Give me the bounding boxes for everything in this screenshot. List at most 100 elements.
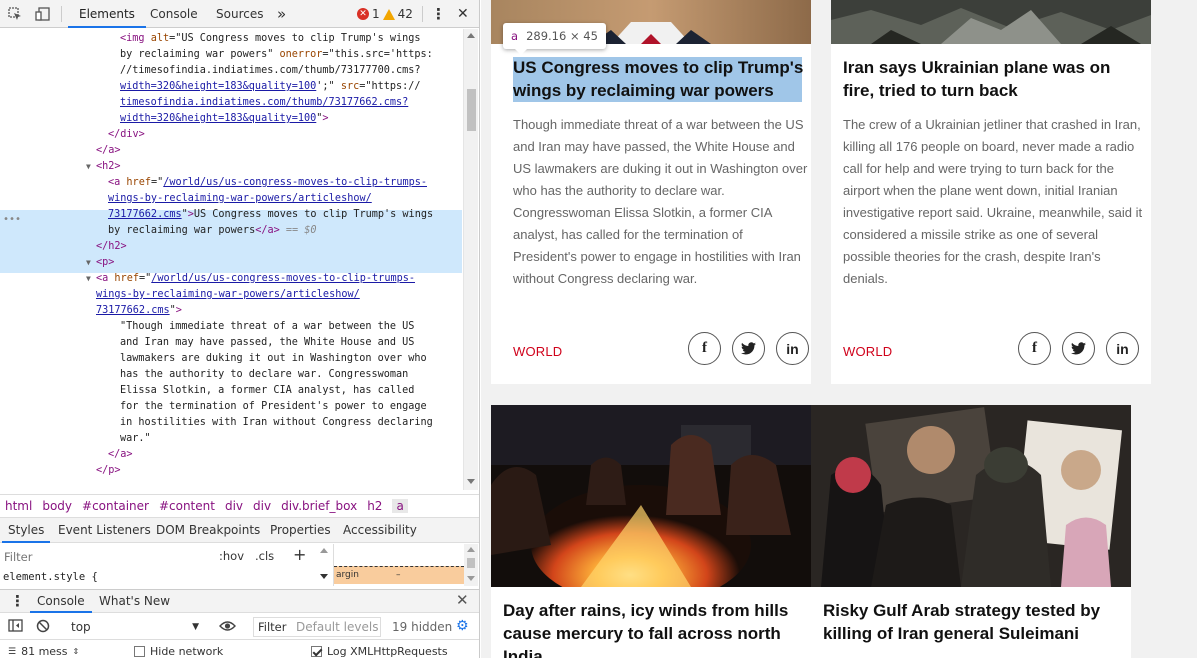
drawer-menu-icon[interactable]: ⋮ [10, 590, 25, 613]
dom-tree-line[interactable]: by reclaiming war powers" onerror="this.… [120, 47, 433, 63]
dom-tree-line[interactable]: "Though immediate threat of a war betwee… [120, 319, 414, 335]
scroll-down-arrow-icon[interactable] [320, 574, 328, 579]
styles-scrollbar[interactable] [318, 546, 330, 584]
dom-tree-line[interactable]: </div> [108, 127, 145, 143]
styles-filter-input[interactable] [4, 548, 204, 566]
group-messages-toggle[interactable]: ☰ 81 mess ⇕ [8, 645, 79, 658]
twitter-share-icon[interactable] [732, 332, 765, 365]
more-tabs-button[interactable]: » [277, 0, 286, 28]
hover-state-button[interactable]: :hov [219, 549, 244, 563]
dom-tree-line[interactable]: </a> [108, 447, 133, 463]
facebook-share-icon[interactable]: f [688, 332, 721, 365]
close-devtools-icon[interactable]: ✕ [457, 0, 469, 28]
expand-triangle-icon[interactable]: ▼ [86, 255, 91, 271]
subtab-event-listeners[interactable]: Event Listeners [58, 518, 151, 543]
subtab-styles[interactable]: Styles [2, 518, 51, 543]
breadcrumb-item[interactable]: h2 [367, 499, 382, 513]
subtab-accessibility[interactable]: Accessibility [343, 518, 417, 543]
tab-elements[interactable]: Elements [68, 0, 146, 28]
breadcrumb-item[interactable]: #container [82, 499, 149, 513]
hide-network-checkbox[interactable]: Hide network [134, 645, 223, 658]
subtab-dom-breakpoints[interactable]: DOM Breakpoints [156, 518, 260, 543]
scroll-up-arrow-icon[interactable] [467, 33, 475, 38]
dom-tree-line[interactable]: <p> [96, 255, 114, 271]
news-card[interactable]: Day after rains, icy winds from hills ca… [491, 405, 811, 658]
dom-tree-line[interactable]: <h2> [96, 159, 121, 175]
scroll-down-arrow-icon[interactable] [467, 479, 475, 484]
article-title-link[interactable]: Risky Gulf Arab strategy tested by killi… [823, 599, 1123, 645]
tab-sources[interactable]: Sources [216, 0, 263, 28]
inspect-element-icon[interactable] [6, 5, 24, 23]
element-style-rule[interactable]: element.style { [3, 571, 98, 583]
drawer-tab-whats-new[interactable]: What's New [99, 590, 170, 613]
dom-tree-line[interactable]: war." [120, 431, 151, 447]
category-link[interactable]: WORLD [513, 344, 562, 359]
news-card[interactable]: Iran says Ukrainian plane was on fire, t… [831, 0, 1151, 384]
dom-tree-line[interactable]: //timesofindia.indiatimes.com/thumb/7317… [120, 63, 421, 79]
dom-tree-line[interactable]: </h2> [96, 239, 127, 255]
log-levels-dropdown[interactable]: Default levels [296, 620, 378, 634]
article-summary[interactable]: Though immediate threat of a war between… [513, 114, 809, 290]
news-card[interactable]: Risky Gulf Arab strategy tested by killi… [811, 405, 1131, 658]
dom-tree-line[interactable]: in hostilities with Iran without Congres… [120, 415, 433, 431]
device-toolbar-icon[interactable] [33, 5, 51, 23]
scroll-thumb[interactable] [467, 558, 475, 568]
expand-triangle-icon[interactable]: ▼ [86, 159, 91, 175]
article-title-link[interactable]: Day after rains, icy winds from hills ca… [503, 599, 803, 658]
dom-tree-line[interactable]: wings-by-reclaiming-war-powers/articlesh… [108, 191, 372, 207]
tab-console[interactable]: Console [150, 0, 198, 28]
customize-menu-icon[interactable]: ⋮ [431, 0, 446, 28]
article-image[interactable] [831, 0, 1151, 44]
article-title-link[interactable]: Iran says Ukrainian plane was on fire, t… [843, 56, 1143, 102]
breadcrumb-item[interactable]: html [5, 499, 32, 513]
dom-tree-line[interactable]: width=320&height=183&quality=100"> [120, 111, 329, 127]
dom-tree-line[interactable]: </p> [96, 463, 121, 479]
context-selector[interactable]: top ▼ [63, 616, 205, 638]
dom-tree-line[interactable]: <a href="/world/us/us-congress-moves-to-… [96, 271, 415, 287]
article-summary[interactable]: The crew of a Ukrainian jetliner that cr… [843, 114, 1143, 290]
dom-tree-line[interactable]: <a href="/world/us/us-congress-moves-to-… [108, 175, 427, 191]
dom-tree-line[interactable]: width=320&height=183&quality=100';" src=… [120, 79, 421, 95]
article-title-link[interactable]: US Congress moves to clip Trump's wings … [513, 56, 808, 102]
node-actions-icon[interactable]: ••• [3, 212, 21, 228]
category-link[interactable]: WORLD [843, 344, 892, 359]
log-xhr-checkbox[interactable]: Log XMLHttpRequests [311, 645, 448, 658]
checkbox-icon[interactable] [134, 646, 145, 657]
article-image[interactable] [811, 405, 1131, 587]
linkedin-share-icon[interactable]: in [776, 332, 809, 365]
checkbox-checked-icon[interactable] [311, 646, 322, 657]
breadcrumb-item[interactable]: body [42, 499, 72, 513]
scroll-down-arrow-icon[interactable] [467, 576, 475, 581]
breadcrumb-item[interactable]: #content [159, 499, 215, 513]
dom-tree-line[interactable]: lawmakers are duking it out in Washingto… [120, 351, 427, 367]
facebook-share-icon[interactable]: f [1018, 332, 1051, 365]
new-style-rule-button[interactable]: + [293, 545, 306, 564]
scroll-thumb[interactable] [467, 89, 476, 131]
breadcrumb-item[interactable]: a [392, 498, 408, 513]
dom-tree-line[interactable]: </a> [96, 143, 121, 159]
dom-tree-scrollbar[interactable] [463, 29, 478, 490]
linkedin-share-icon[interactable]: in [1106, 332, 1139, 365]
dom-tree-line[interactable]: has the authority to declare war. Congre… [120, 367, 408, 383]
dom-tree-line[interactable]: by reclaiming war powers</a> == $0 [108, 223, 317, 239]
dom-tree-line[interactable]: wings-by-reclaiming-war-powers/articlesh… [96, 287, 360, 303]
scroll-up-arrow-icon[interactable] [320, 548, 328, 553]
breadcrumb-item[interactable]: div.brief_box [281, 499, 357, 513]
breadcrumb-item[interactable]: div [253, 499, 271, 513]
live-expression-eye-icon[interactable] [219, 620, 236, 635]
class-toggle-button[interactable]: .cls [255, 549, 274, 563]
news-card[interactable]: US Congress moves to clip Trump's wings … [491, 0, 811, 384]
dom-tree-line[interactable]: <img alt="US Congress moves to clip Trum… [120, 31, 421, 47]
console-settings-gear-icon[interactable]: ⚙ [456, 618, 469, 634]
issues-badge[interactable]: ✕ 1 42 [357, 6, 413, 22]
dom-tree-line[interactable]: and Iran may have passed, the White Hous… [120, 335, 414, 351]
scroll-up-arrow-icon[interactable] [467, 547, 475, 552]
box-model-scrollbar[interactable] [464, 544, 478, 586]
breadcrumb-item[interactable]: div [225, 499, 243, 513]
box-model-margin[interactable]: argin – [334, 566, 464, 584]
dom-tree-line[interactable]: for the termination of President's power… [120, 399, 427, 415]
clear-console-icon[interactable] [36, 619, 50, 636]
dom-tree-line[interactable]: timesofindia.indiatimes.com/thumb/731776… [120, 95, 408, 111]
dom-tree-line[interactable]: Elissa Slotkin, a former CIA analyst, ha… [120, 383, 414, 399]
subtab-properties[interactable]: Properties [270, 518, 331, 543]
